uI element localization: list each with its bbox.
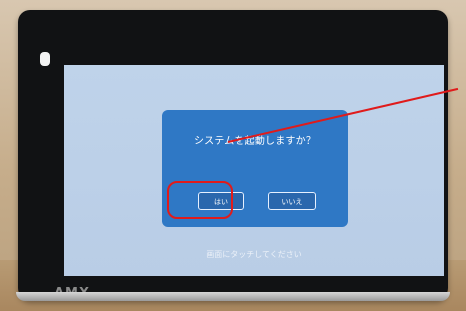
device-stand: [16, 292, 450, 301]
camera-icon: [40, 52, 50, 66]
no-button[interactable]: いいえ: [268, 192, 316, 210]
touch-hint: 画面にタッチしてください: [206, 250, 302, 259]
yes-button-highlight: [167, 181, 233, 219]
touch-panel-device: システムを起動しますか？ はい いいえ 画面にタッチしてください AMX: [18, 10, 448, 301]
touch-screen[interactable]: システムを起動しますか？ はい いいえ 画面にタッチしてください: [64, 65, 444, 276]
